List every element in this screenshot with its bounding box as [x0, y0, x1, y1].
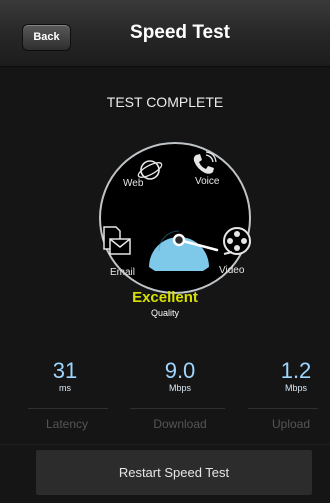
download-divider	[130, 408, 225, 409]
quality-label: Quality	[150, 308, 179, 318]
back-button[interactable]: Back	[22, 24, 71, 51]
test-status: TEST COMPLETE	[106, 94, 224, 110]
restart-speed-test-button[interactable]: Restart Speed Test	[36, 450, 312, 495]
email-label: Email	[110, 267, 136, 278]
latency-metric: 31 ms	[25, 358, 105, 394]
latency-value: 31	[52, 358, 78, 383]
download-metric: 9.0 Mbps	[140, 358, 220, 394]
page-title: Speed Test	[130, 22, 230, 43]
download-unit: Mbps	[168, 383, 191, 393]
latency-label: Latency	[45, 417, 89, 431]
upload-divider	[248, 408, 318, 409]
download-label: Download	[153, 417, 207, 431]
navigation-bar: Back Speed Test	[0, 0, 330, 67]
web-label: Web	[123, 178, 144, 189]
quality-rating: Excellent	[132, 289, 198, 306]
voice-label: Voice	[195, 176, 220, 187]
upload-metric: 1.2 Mbps	[256, 358, 330, 394]
divider	[0, 444, 330, 445]
document-envelope-icon	[103, 226, 131, 255]
upload-unit: Mbps	[284, 383, 307, 393]
latency-unit: ms	[59, 383, 71, 393]
phone-icon	[193, 151, 217, 174]
speedometer-icon	[149, 230, 219, 271]
download-value: 9.0	[164, 358, 196, 383]
upload-label: Upload	[271, 417, 311, 431]
upload-value: 1.2	[280, 358, 312, 383]
latency-divider	[28, 408, 108, 409]
